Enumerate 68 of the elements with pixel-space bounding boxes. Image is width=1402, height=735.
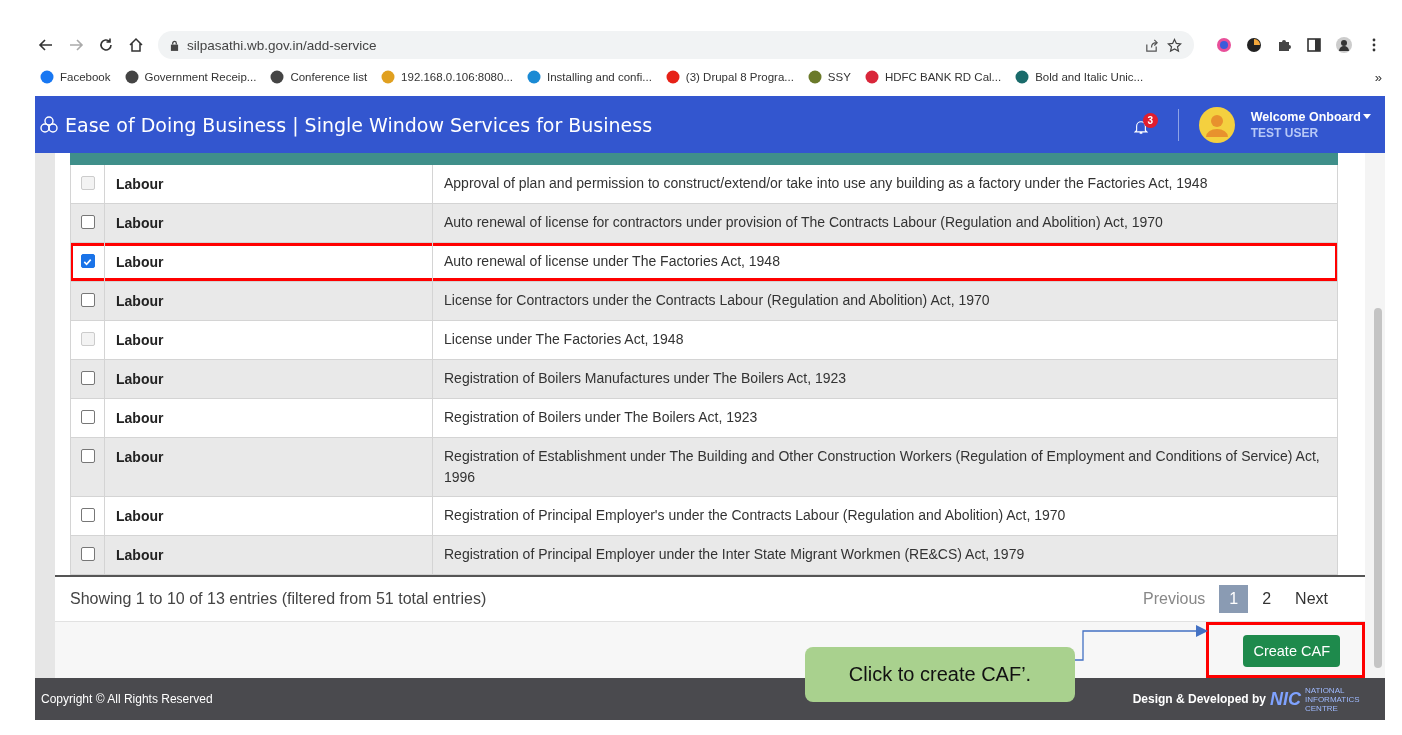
checkbox[interactable]	[80, 254, 95, 268]
service-cell: Registration of Boilers under The Boilers Act, 1923	[433, 399, 1338, 437]
caret-icon[interactable]	[1363, 114, 1371, 119]
bookmark[interactable]: (3) Drupal 8 Progra...	[665, 70, 794, 84]
service-cell: Registration of Principal Employer under the Inter State Migrant Workmen (RE&CS) Act, 1979	[433, 536, 1338, 574]
user-name: TEST USER	[1250, 125, 1320, 140]
category-cell: Labour	[105, 497, 433, 535]
service-cell: Registration of Establishment under The Building and Other Construction Workers (Regulation of Employment and Conditions of Service) Act, 1996	[433, 438, 1338, 496]
site-title: Ease of Doing Business | Single Window Services for Business	[65, 113, 653, 136]
bookmark[interactable]: Bold and Italic Unic...	[1015, 70, 1144, 84]
service-cell: Auto renewal of license under The Factories Act, 1948	[433, 243, 1338, 281]
star-icon[interactable]	[1167, 37, 1182, 53]
credit-text: Design & Developed by	[1132, 692, 1266, 706]
service-cell: Auto renewal of license for contractors under provision of The Contracts Labour (Regulation and Abolition) Act, 1970	[433, 204, 1338, 242]
service-cell: Approval of plan and permission to construct/extend/or take into use any building as a factory under the Factories Act, 1948	[433, 165, 1338, 203]
service-cell: License for Contractors under the Contracts Labour (Regulation and Abolition) Act, 1970	[433, 282, 1338, 320]
home-icon[interactable]	[128, 37, 144, 53]
category-cell: Labour	[105, 243, 433, 281]
avatar-icon[interactable]	[1336, 37, 1352, 53]
category-cell: Labour	[105, 536, 433, 574]
bookmark[interactable]: Government Receip...	[124, 70, 257, 84]
bookmark[interactable]: 192.168.0.106:8080...	[381, 70, 513, 84]
notification-bell-icon[interactable]	[1133, 118, 1148, 135]
service-cell: Registration of Principal Employer's under the Contracts Labour (Regulation and Abolition) Act, 1970	[433, 497, 1338, 535]
nic-logo: NIC	[1270, 688, 1301, 710]
reload-icon[interactable]	[98, 37, 114, 53]
checkbox[interactable]	[80, 547, 95, 561]
bookmark[interactable]: Conference list	[270, 70, 368, 84]
checkbox[interactable]	[80, 410, 95, 424]
checkbox[interactable]	[80, 215, 95, 229]
category-cell: Labour	[105, 165, 433, 203]
welcome-text[interactable]: Welcome Onboard	[1250, 109, 1361, 124]
page-button[interactable]: 2	[1252, 585, 1282, 613]
share-icon[interactable]	[1144, 37, 1159, 53]
category-cell: Labour	[105, 321, 433, 359]
lock-icon	[170, 39, 179, 51]
extension-icon[interactable]	[1246, 37, 1262, 53]
back-icon[interactable]	[38, 37, 54, 53]
category-cell: Labour	[105, 282, 433, 320]
checkbox[interactable]	[80, 371, 95, 385]
service-cell: License under The Factories Act, 1948	[433, 321, 1338, 359]
nic-logo-caption: NATIONAL INFORMATICS CENTRE	[1305, 685, 1361, 713]
user-avatar-icon[interactable]	[1198, 106, 1235, 143]
checkbox[interactable]	[80, 449, 95, 463]
category-cell: Labour	[105, 360, 433, 398]
category-cell: Labour	[105, 438, 433, 496]
bookmark[interactable]: HDFC BANK RD Cal...	[864, 70, 1002, 84]
service-cell: Registration of Boilers Manufactures under The Boilers Act, 1923	[433, 360, 1338, 398]
more-bookmarks[interactable]: »	[1374, 69, 1382, 85]
category-cell: Labour	[105, 399, 433, 437]
copyright-text: Copyright © All Rights Reserved	[41, 692, 213, 706]
callout: Click to create CAF’.	[805, 647, 1075, 702]
bookmark[interactable]: SSY	[807, 70, 851, 84]
url-text: silpasathi.wb.gov.in/add-service	[187, 37, 377, 53]
checkbox[interactable]	[80, 293, 95, 307]
puzzle-icon[interactable]	[1276, 37, 1292, 53]
notification-badge: 3	[1142, 112, 1158, 128]
checkbox[interactable]	[80, 508, 95, 522]
side-panel-icon[interactable]	[1306, 37, 1322, 53]
category-cell: Labour	[105, 204, 433, 242]
next-link[interactable]: Next	[1285, 585, 1338, 613]
logo-icon	[39, 114, 59, 135]
previous-link[interactable]: Previous	[1133, 585, 1216, 613]
bookmark[interactable]: Installing and confi...	[527, 70, 652, 84]
bookmark[interactable]: Facebook	[40, 70, 111, 84]
create-caf-button[interactable]: Create CAF	[1243, 635, 1340, 667]
entries-info: Showing 1 to 10 of 13 entries (filtered from 51 total entries)	[70, 590, 487, 608]
address-bar[interactable]: silpasathi.wb.gov.in/add-service	[158, 31, 1194, 59]
